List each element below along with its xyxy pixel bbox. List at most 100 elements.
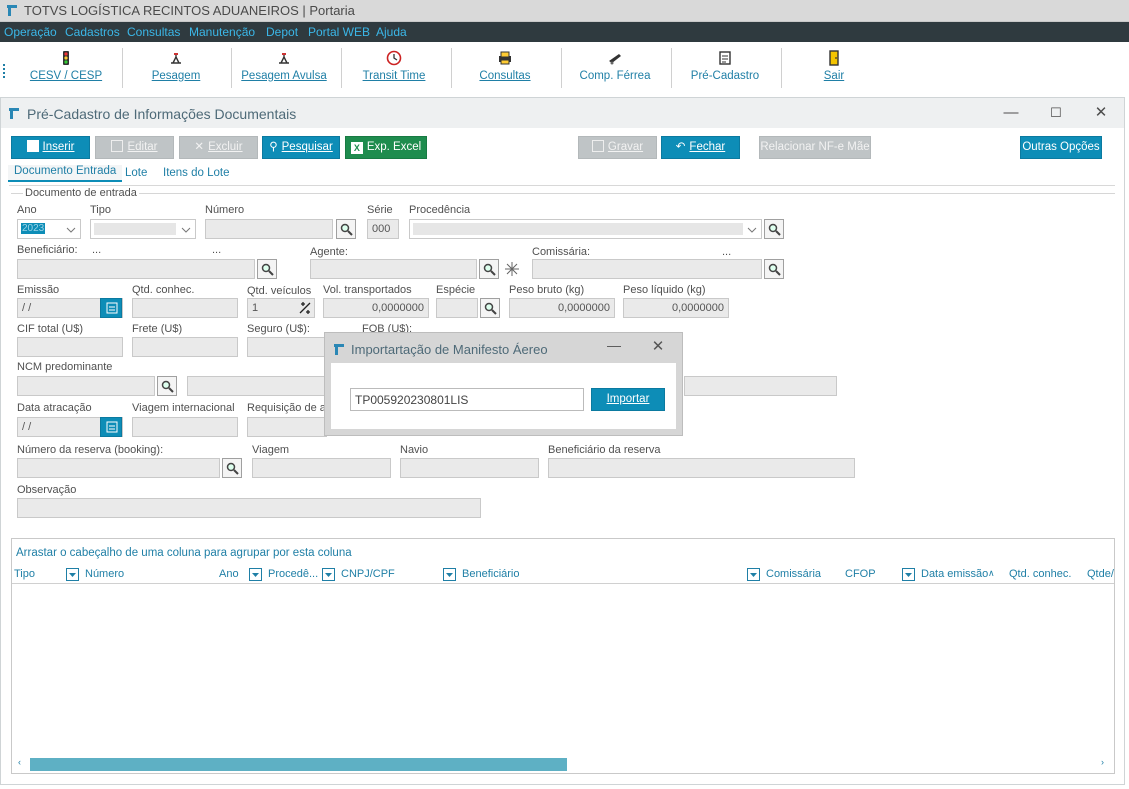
- peso-bruto-input[interactable]: 0,0000000: [509, 298, 615, 318]
- menu-ajuda[interactable]: Ajuda: [376, 25, 407, 39]
- menu-depot[interactable]: Depot: [266, 25, 298, 39]
- especie-input[interactable]: [436, 298, 478, 318]
- column-tipo[interactable]: Tipo: [14, 568, 35, 580]
- importar-button[interactable]: Importar: [591, 388, 665, 411]
- gravar-button[interactable]: Gravar: [578, 136, 657, 159]
- beneficiario-search-button[interactable]: [257, 259, 277, 279]
- tipo-select[interactable]: [90, 219, 196, 239]
- toolbar-grip[interactable]: [3, 64, 5, 78]
- filter-beneficiario-icon[interactable]: [747, 568, 760, 581]
- menu-consultas[interactable]: Consultas: [127, 25, 180, 39]
- column-cfop[interactable]: CFOP: [845, 568, 876, 580]
- menu-operacao[interactable]: Operação: [4, 25, 57, 39]
- column-numero[interactable]: Número: [85, 568, 124, 580]
- excluir-button[interactable]: ✕ Excluir: [179, 136, 258, 159]
- pesquisar-button[interactable]: ⚲ Pesquisar: [262, 136, 340, 159]
- manifesto-input[interactable]: TP005920230801LIS: [350, 388, 584, 411]
- serie-input[interactable]: 000: [367, 219, 399, 239]
- filter-cnpj-icon[interactable]: [443, 568, 456, 581]
- viagem-input[interactable]: [252, 458, 391, 478]
- column-cnpj-cpf[interactable]: CNPJ/CPF: [341, 568, 395, 580]
- emissao-calendar-button[interactable]: [100, 298, 122, 318]
- column-ano[interactable]: Ano: [219, 568, 239, 580]
- scroll-right-icon[interactable]: ›: [1101, 757, 1104, 767]
- pesagem-avulsa-button[interactable]: Pesagem Avulsa: [232, 42, 336, 96]
- column-qtde[interactable]: Qtde/: [1087, 568, 1114, 580]
- dialog-close-icon[interactable]: ✕: [649, 337, 667, 355]
- dialog-title: Importartação de Manifesto Áereo: [351, 342, 548, 357]
- app-logo-icon: [7, 5, 17, 16]
- column-qtd-conhec[interactable]: Qtd. conhec.: [1009, 568, 1071, 580]
- exit-door-icon: [829, 50, 839, 66]
- comp-ferrea-button[interactable]: Comp. Férrea: [563, 42, 667, 96]
- pesagem-button[interactable]: Pesagem: [124, 42, 228, 96]
- fechar-button[interactable]: ↶ Fechar: [661, 136, 740, 159]
- outras-opcoes-label: Outras Opções: [1022, 141, 1100, 153]
- transit-time-button[interactable]: Transit Time: [342, 42, 446, 96]
- vol-input[interactable]: 0,0000000: [323, 298, 429, 318]
- consultas-button[interactable]: Consultas: [453, 42, 557, 96]
- filter-procedencia-icon[interactable]: [322, 568, 335, 581]
- tab-documento-entrada[interactable]: Documento Entrada: [8, 165, 123, 182]
- navio-input[interactable]: [400, 458, 539, 478]
- qtd-veiculos-input[interactable]: 1: [247, 298, 315, 318]
- peso-liquido-input[interactable]: 0,0000000: [623, 298, 729, 318]
- viagem-internacional-input[interactable]: [132, 417, 238, 437]
- pre-cadastro-button[interactable]: Pré-Cadastro: [673, 42, 777, 96]
- ncm-description-input[interactable]: [187, 376, 327, 396]
- close-icon[interactable]: ✕: [1091, 103, 1111, 123]
- booking-input[interactable]: [17, 458, 220, 478]
- filter-cfop-icon[interactable]: [902, 568, 915, 581]
- comissaria-input[interactable]: [532, 259, 762, 279]
- numero-search-button[interactable]: [336, 219, 356, 239]
- column-data-emissao[interactable]: Data emissão: [921, 568, 988, 580]
- filter-tipo-icon[interactable]: [66, 568, 79, 581]
- procedencia-select[interactable]: [409, 219, 762, 239]
- numero-input[interactable]: [205, 219, 333, 239]
- sair-button[interactable]: Sair: [782, 42, 886, 96]
- column-beneficiario[interactable]: Beneficiário: [462, 568, 519, 580]
- booking-search-button[interactable]: [222, 458, 242, 478]
- relacionar-nfe-mae-button[interactable]: Relacionar NF-e Mãe: [759, 136, 871, 159]
- data-atracacao-calendar-button[interactable]: [100, 417, 122, 437]
- menu-manutencao[interactable]: Manutenção: [189, 25, 255, 39]
- exp-excel-button[interactable]: X Exp. Excel: [345, 136, 427, 159]
- beneficiario-reserva-input[interactable]: [548, 458, 855, 478]
- ncm-extra-input[interactable]: [684, 376, 837, 396]
- agente-input[interactable]: [310, 259, 477, 279]
- dialog-minimize-icon[interactable]: —: [605, 337, 623, 355]
- cesv-cesp-button[interactable]: CESV / CESP: [14, 42, 118, 96]
- importacao-manifesto-dialog: Importartação de Manifesto Áereo — ✕ TP0…: [324, 332, 683, 436]
- beneficiario-input[interactable]: [17, 259, 255, 279]
- tab-lote[interactable]: Lote: [125, 167, 147, 179]
- magnifier-icon: [484, 302, 497, 315]
- frete-input[interactable]: [132, 337, 238, 357]
- column-procedencia[interactable]: Procedê...: [268, 568, 318, 580]
- menu-portal-web[interactable]: Portal WEB: [308, 25, 370, 39]
- requisicao-input[interactable]: [247, 417, 327, 437]
- scroll-left-icon[interactable]: ‹: [18, 757, 21, 767]
- stepper-icon[interactable]: [298, 301, 312, 315]
- qtd-conhec-input[interactable]: [132, 298, 238, 318]
- minimize-icon[interactable]: —: [1001, 103, 1021, 123]
- especie-search-button[interactable]: [480, 298, 500, 318]
- column-comissaria[interactable]: Comissária: [766, 568, 821, 580]
- ano-select[interactable]: 2023: [17, 219, 81, 239]
- maximize-icon[interactable]: ☐: [1046, 103, 1066, 123]
- outras-opcoes-button[interactable]: Outras Opções: [1020, 136, 1102, 159]
- cif-input[interactable]: [17, 337, 123, 357]
- procedencia-search-button[interactable]: [764, 219, 784, 239]
- filter-ano-icon[interactable]: [249, 568, 262, 581]
- inserir-button[interactable]: Inserir: [11, 136, 90, 159]
- observacao-input[interactable]: [17, 498, 481, 518]
- seguro-input[interactable]: [247, 337, 327, 357]
- ncm-input[interactable]: [17, 376, 155, 396]
- tab-itens-do-lote[interactable]: Itens do Lote: [163, 167, 230, 179]
- ncm-search-button[interactable]: [157, 376, 177, 396]
- editar-button[interactable]: Editar: [95, 136, 174, 159]
- menu-cadastros[interactable]: Cadastros: [65, 25, 120, 39]
- comissaria-search-button[interactable]: [764, 259, 784, 279]
- clear-agent-icon[interactable]: [504, 261, 520, 277]
- horizontal-scrollbar-thumb[interactable]: [30, 758, 567, 771]
- agente-search-button[interactable]: [479, 259, 499, 279]
